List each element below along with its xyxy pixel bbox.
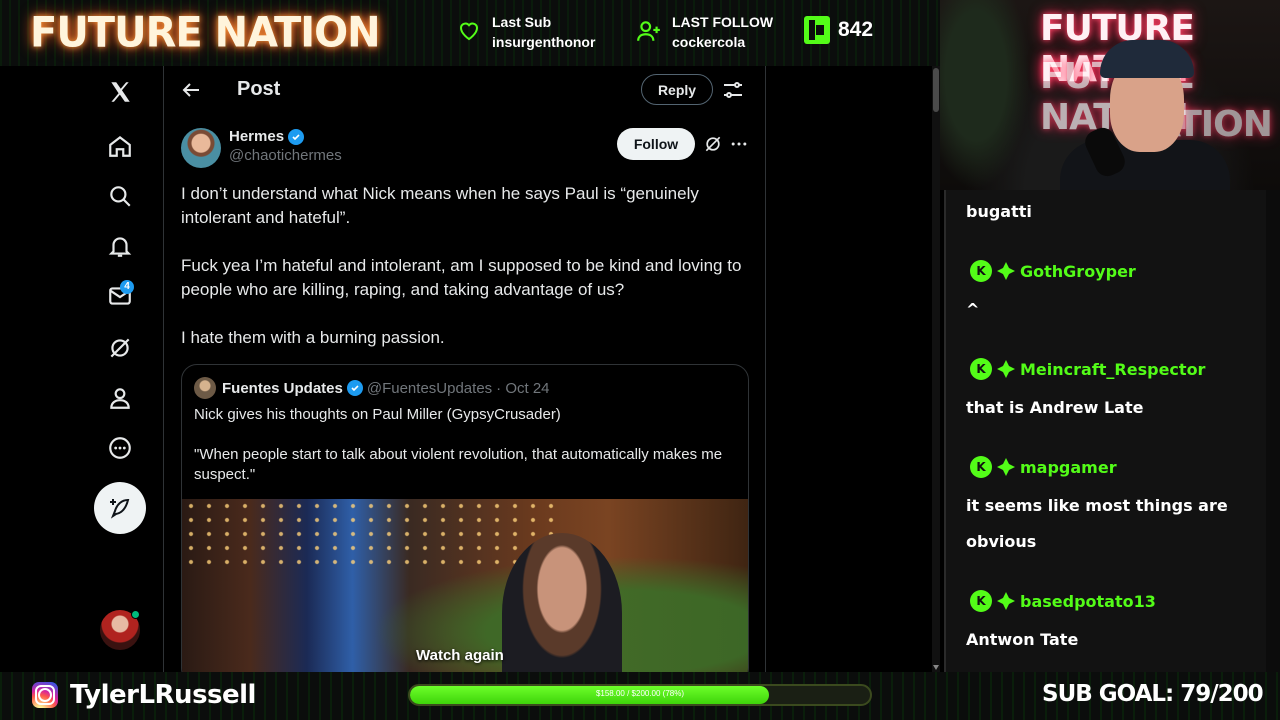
post-paragraph: I hate them with a burning passion.: [181, 328, 445, 347]
chat-username: K mapgamer: [970, 456, 1117, 478]
quoted-post-date: · Oct 24: [496, 379, 550, 397]
author-handle[interactable]: @chaotichermes: [229, 147, 342, 164]
grok-icon[interactable]: [703, 134, 723, 154]
stream-bottom-bar: TylerLRussell $158.00 / $200.00 (78%) SU…: [0, 672, 1280, 720]
chat-username-text: mapgamer: [1020, 457, 1117, 477]
chat-message-text: that is Andrew Late: [966, 398, 1144, 417]
instagram-handle: TylerLRussell: [70, 680, 256, 710]
messages-badge: 4: [120, 280, 134, 294]
chat-username-text: GothGroyper: [1020, 261, 1136, 281]
verified-badge-icon: [346, 380, 363, 396]
x-sidebar-nav: 4: [0, 66, 164, 672]
chat-username-text: basedpotato13: [1020, 591, 1156, 611]
webcam-plant: [940, 0, 1030, 190]
heart-icon: [459, 22, 479, 41]
kick-badge-icon: K: [970, 358, 992, 380]
online-status-dot: [131, 610, 140, 619]
chat-message-text: Antwon Tate: [966, 630, 1079, 649]
x-logo-icon[interactable]: [100, 72, 140, 112]
last-follow-name: cockercola: [672, 34, 746, 50]
last-sub-label: Last Sub: [492, 14, 552, 30]
chat-edge: [1266, 190, 1280, 672]
kick-count-value: 842: [838, 18, 874, 41]
scroll-down-arrow-icon[interactable]: [933, 665, 939, 670]
sub-badge-icon: [997, 262, 1015, 280]
quoted-post-text: Nick gives his thoughts on Paul Miller (…: [194, 406, 561, 423]
sub-badge-icon: [997, 458, 1015, 476]
feather-plus-icon: [110, 498, 130, 519]
streamer-cap: [1100, 40, 1194, 78]
last-sub-name: insurgenthonor: [492, 34, 596, 50]
quoted-post-text: "When people start to talk about violent…: [194, 446, 723, 483]
account-avatar[interactable]: [100, 610, 140, 650]
more-options-icon[interactable]: [729, 134, 749, 154]
chat-message-text: bugatti: [966, 202, 1032, 221]
quoted-author-handle: @FuentesUpdates: [366, 379, 493, 397]
compose-post-button[interactable]: [94, 482, 146, 534]
more-icon[interactable]: [100, 428, 140, 468]
post-paragraph: Fuck yea I’m hateful and intolerant, am …: [181, 256, 742, 299]
author-info: Hermes @chaotichermes: [229, 128, 342, 164]
stream-chat: bugatti K GothGroyper ^ K Meincraft_Resp…: [944, 190, 1280, 672]
profile-icon[interactable]: [100, 378, 140, 418]
last-follow-widget: LAST FOLLOW cockercola: [636, 12, 773, 52]
quoted-author-avatar: [194, 377, 216, 399]
x-browser-window: 4 Post Reply Hermes @chaotichermes Follo…: [0, 66, 940, 672]
page-scrollbar[interactable]: [932, 66, 940, 672]
follow-button[interactable]: Follow: [617, 128, 695, 160]
video-string-lights: [182, 499, 562, 569]
sub-badge-icon: [997, 360, 1015, 378]
kick-badge-icon: K: [970, 260, 992, 282]
quoted-post[interactable]: Fuentes Updates @FuentesUpdates · Oct 24…: [181, 364, 749, 672]
back-arrow-icon[interactable]: [179, 78, 203, 102]
video-person: [502, 533, 622, 672]
quoted-post-header: Fuentes Updates @FuentesUpdates · Oct 24: [194, 377, 550, 399]
author-avatar[interactable]: [181, 128, 221, 168]
quoted-author-name: Fuentes Updates: [222, 379, 343, 397]
last-sub-widget: Last Sub insurgenthonor: [456, 12, 595, 52]
post-header: Post Reply: [165, 66, 765, 114]
kick-badge-icon: K: [970, 590, 992, 612]
donation-goal-bar: $158.00 / $200.00 (78%): [408, 684, 872, 706]
page-title: Post: [237, 78, 281, 100]
notifications-icon[interactable]: [100, 226, 140, 266]
chat-username: K Meincraft_Respector: [970, 358, 1205, 380]
chat-username: K basedpotato13: [970, 590, 1156, 612]
chat-message-text: obvious: [966, 532, 1037, 551]
kick-badge-icon: K: [970, 456, 992, 478]
last-follow-label: LAST FOLLOW: [672, 14, 774, 30]
filter-sliders-icon[interactable]: [721, 78, 745, 102]
messages-icon[interactable]: 4: [100, 276, 140, 316]
chat-username-text: Meincraft_Respector: [1020, 359, 1206, 379]
search-icon[interactable]: [100, 176, 140, 216]
chat-message-text: it seems like most things are: [966, 496, 1228, 515]
scrollbar-thumb[interactable]: [933, 68, 939, 112]
kick-follower-count: 842: [804, 16, 873, 44]
home-icon[interactable]: [100, 126, 140, 166]
add-user-icon: [637, 21, 660, 41]
sub-goal-counter: SUB GOAL: 79/200: [1042, 681, 1264, 707]
verified-badge-icon: [288, 128, 305, 145]
chat-username: K GothGroyper: [970, 260, 1136, 282]
brand-logo: FUTURE NATION: [30, 8, 381, 58]
chat-message-text: ^: [966, 300, 980, 319]
donation-goal-text: $158.00 / $200.00 (78%): [595, 689, 685, 698]
post-paragraph: I don’t understand what Nick means when …: [181, 184, 699, 227]
grok-icon[interactable]: [100, 328, 140, 368]
reply-button[interactable]: Reply: [641, 74, 713, 105]
sub-badge-icon: [997, 592, 1015, 610]
watch-again-button[interactable]: Watch again: [416, 647, 504, 664]
webcam-feed: FUTURE NATION FUTURE NATION NATION: [940, 0, 1280, 190]
post-detail-column: Post Reply Hermes @chaotichermes Follow: [165, 66, 766, 672]
author-name[interactable]: Hermes: [229, 128, 284, 145]
instagram-icon: [32, 682, 58, 708]
quoted-video[interactable]: Watch again: [182, 499, 748, 672]
kick-logo-icon: [804, 16, 830, 44]
stream-top-bar: FUTURE NATION Last Sub insurgenthonor LA…: [0, 0, 940, 66]
